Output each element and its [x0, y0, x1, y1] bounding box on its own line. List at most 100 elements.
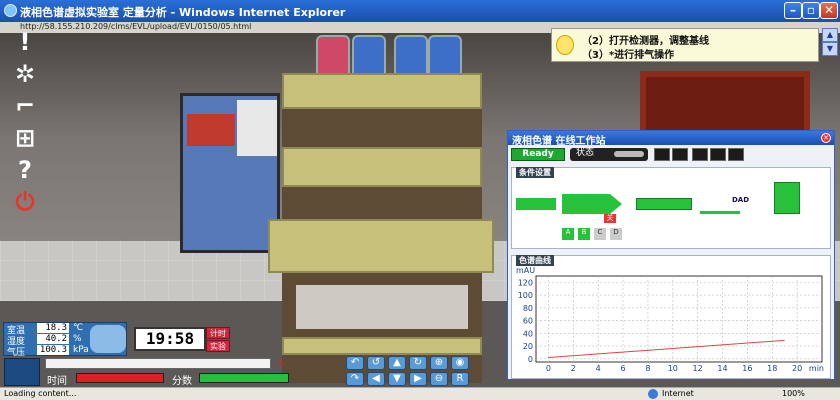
autosampler-module[interactable] — [268, 219, 494, 273]
pressure-unit: kPa — [73, 345, 89, 355]
turn-down-button[interactable]: ↷ — [346, 372, 364, 386]
detector-label: DAD — [732, 196, 750, 204]
pressure-row: 气压 100.3 kPa — [5, 345, 89, 358]
humidity-value: 40.2 — [37, 334, 69, 344]
save-icon[interactable] — [692, 148, 708, 161]
plot-area — [535, 275, 823, 363]
hint-box: （2）打开检测器，调整基线 （3）*进行排气操作 — [551, 28, 819, 62]
penguin-avatar-icon[interactable] — [4, 358, 40, 386]
zoom-text[interactable]: 100% — [782, 389, 805, 398]
chart-icon[interactable]: ⌐ — [10, 92, 40, 120]
lightbulb-icon — [556, 35, 574, 55]
restore-button[interactable]: ▫ — [802, 2, 820, 19]
report-icon[interactable] — [774, 182, 800, 214]
y-tick-label: 60 — [523, 317, 533, 326]
workstation-panel: 液相色谱 在线工作站 ✕ Ready 状态 条件设置 A B C D 关 DAD… — [507, 130, 835, 380]
left-button[interactable]: ◀ — [367, 372, 385, 386]
address-url: http://58.155.210.209/clms/EVL/upload/EV… — [20, 22, 252, 31]
y-tick-label: 20 — [523, 342, 533, 351]
close-window-button[interactable]: ✕ — [820, 2, 838, 19]
clock-display: 19:58 — [134, 327, 206, 351]
timer-button[interactable]: 计时 — [206, 327, 230, 339]
humidity-row: 湿度 40.2 % — [5, 334, 89, 347]
status-label: 状态 — [576, 148, 595, 158]
x-tick-label: 12 — [693, 364, 703, 373]
pressure-label: 气压 — [7, 348, 26, 358]
method-icon[interactable] — [672, 148, 688, 161]
warning-icon: ⚠ — [276, 358, 286, 369]
scroll-down-button[interactable]: ▼ — [822, 42, 838, 56]
pump-module[interactable] — [282, 147, 482, 187]
temp-value: 18.3 — [37, 323, 69, 333]
turn-left-button[interactable]: ↶ — [346, 356, 364, 370]
y-tick-label: 120 — [518, 278, 533, 287]
workstation-title: 液相色谱 在线工作站 — [512, 136, 606, 147]
time-bar — [77, 374, 163, 382]
zoom-out-button[interactable]: ⊖ — [430, 372, 448, 386]
scroll-up-button[interactable]: ▲ — [822, 28, 838, 42]
chromatogram-icon[interactable] — [728, 148, 744, 161]
view-button[interactable]: ◉ — [451, 356, 469, 370]
ie-icon — [4, 4, 17, 17]
loading-text: Loading content... — [4, 389, 77, 398]
info-icon[interactable]: ! — [10, 28, 40, 56]
right-button[interactable]: ▶ — [409, 372, 427, 386]
ready-indicator: Ready — [511, 148, 565, 161]
y-tick-label: 100 — [518, 291, 533, 300]
score-label: 分数 — [172, 376, 192, 387]
x-tick-label: 16 — [742, 364, 752, 373]
message-field[interactable] — [45, 358, 271, 369]
reset-view-button[interactable]: R — [451, 372, 469, 386]
y-tick-label: 0 — [528, 355, 533, 364]
run-icon[interactable] — [710, 148, 726, 161]
humidity-unit: % — [73, 334, 82, 344]
gear-icon[interactable]: ✲ — [10, 60, 40, 88]
x-tick-label: 10 — [668, 364, 678, 373]
close-panel-button[interactable]: ✕ — [821, 133, 831, 143]
hint-line-1: （2）打开检测器，调整基线 — [582, 36, 709, 47]
forward-button[interactable]: ▲ — [388, 356, 406, 370]
x-tick-label: 20 — [792, 364, 802, 373]
hplc-instrument[interactable] — [268, 35, 494, 383]
back-button[interactable]: ▼ — [388, 372, 406, 386]
time-bar-track — [76, 373, 164, 383]
help-icon[interactable]: ? — [10, 156, 40, 184]
x-axis-label: min — [809, 364, 824, 373]
column-compartment[interactable] — [296, 285, 468, 329]
score-bar — [200, 374, 288, 382]
table-icon[interactable]: ⊞ — [10, 124, 40, 152]
y-axis-label: mAU — [516, 266, 535, 275]
x-tick-label: 8 — [645, 364, 650, 373]
y-tick-label: 80 — [523, 304, 533, 313]
rotate-left-button[interactable]: ↺ — [367, 356, 385, 370]
conditions-section: 条件设置 A B C D 关 DAD — [511, 167, 831, 249]
x-tick-label: 2 — [571, 364, 576, 373]
y-tick-label: 40 — [523, 329, 533, 338]
valve-label[interactable]: 关 — [604, 214, 616, 223]
x-tick-label: 6 — [620, 364, 625, 373]
time-label: 时间 — [47, 376, 67, 387]
detector-module[interactable] — [282, 337, 482, 355]
pump-flag-d[interactable]: D — [610, 228, 622, 240]
column-icon[interactable] — [636, 198, 692, 210]
pump-icon[interactable] — [562, 194, 622, 214]
open-folder-icon[interactable] — [654, 148, 670, 161]
pump-flag-a[interactable]: A — [562, 228, 574, 240]
chromatogram-chart: 0 20 40 60 80 100 120 0 2 4 6 8 10 12 14 16 18 20 mAU min — [516, 266, 824, 373]
lab-button[interactable]: 实验 — [206, 340, 230, 352]
temp-row: 室温 18.3 ℃ — [5, 323, 89, 336]
pump-flag-b[interactable]: B — [578, 228, 590, 240]
pump-flag-c[interactable]: C — [594, 228, 606, 240]
zone-text: Internet — [662, 389, 694, 398]
temp-unit: ℃ — [73, 323, 84, 333]
power-icon[interactable]: ⏻ — [10, 188, 40, 216]
syringe-icon[interactable] — [516, 198, 556, 210]
conditions-caption: 条件设置 — [516, 167, 554, 178]
minimize-button[interactable]: – — [784, 2, 802, 19]
solvent-tray[interactable] — [282, 73, 482, 109]
hint-line-2: （3）*进行排气操作 — [582, 50, 675, 61]
window-title: 液相色谱虚拟实验室 定量分析 - Windows Internet Explor… — [20, 6, 346, 19]
zoom-in-button[interactable]: ⊕ — [430, 356, 448, 370]
rotate-right-button[interactable]: ↻ — [409, 356, 427, 370]
status-toggle[interactable]: 状态 — [570, 148, 648, 161]
